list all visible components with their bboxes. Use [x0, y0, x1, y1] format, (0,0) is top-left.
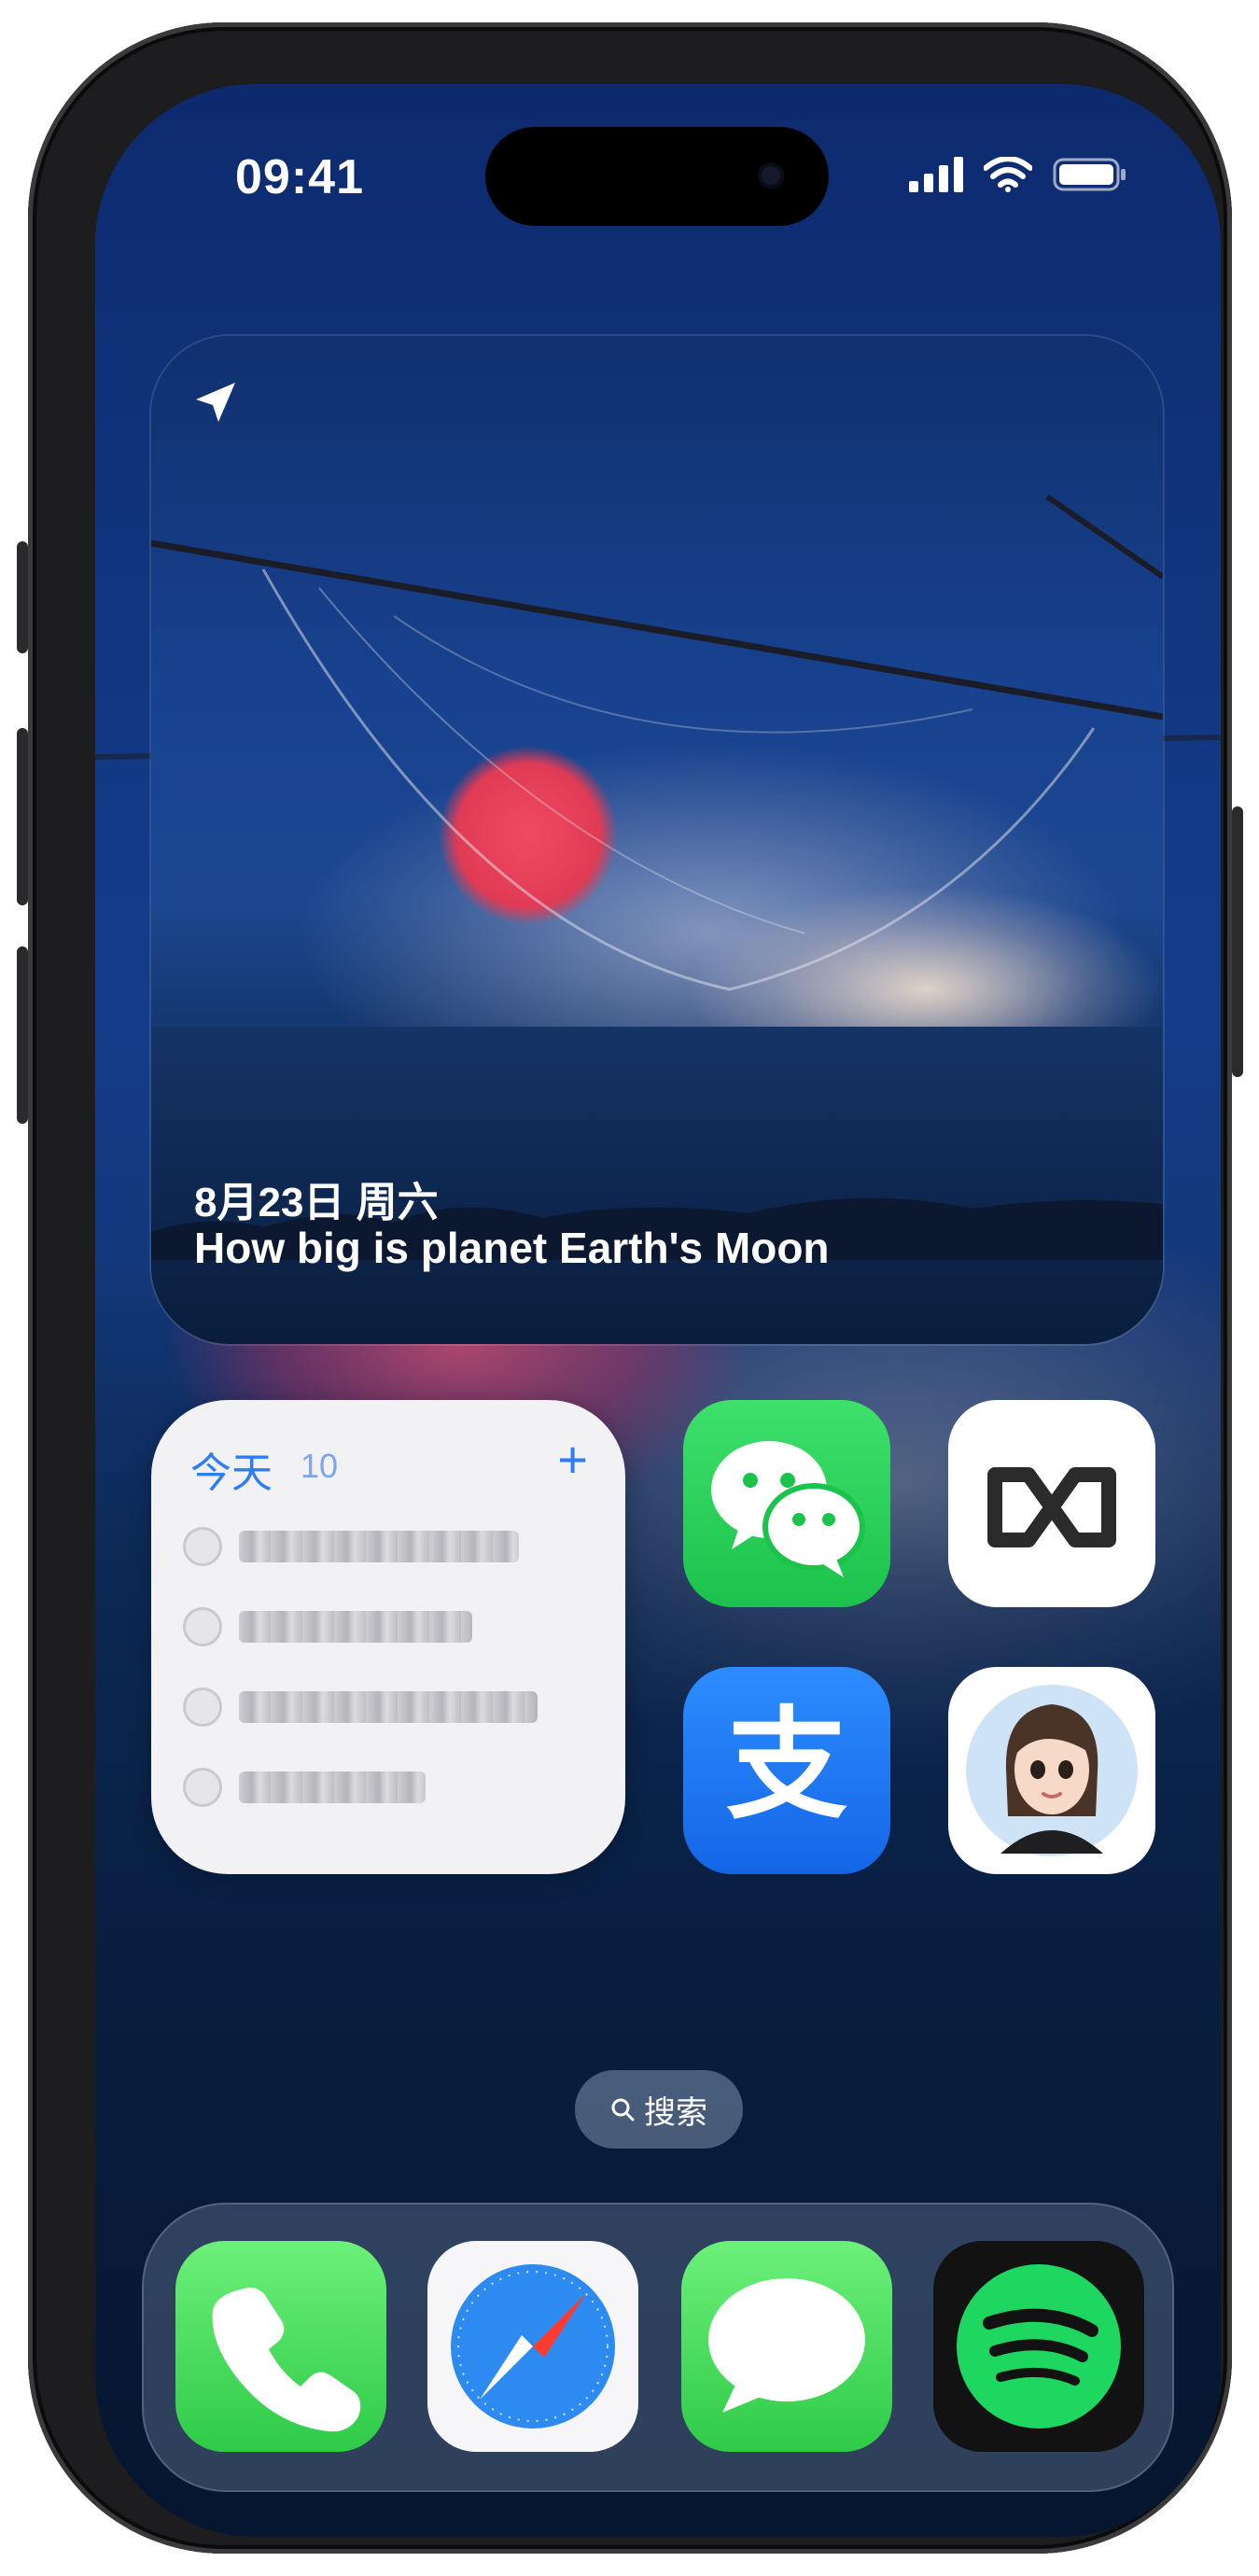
- volume-down-button: [17, 946, 28, 1124]
- speech-bubble-icon: [708, 2278, 865, 2413]
- reminders-title: 今天: [190, 1450, 273, 1496]
- app-avatar[interactable]: [948, 1667, 1155, 1874]
- home-screen: 09:41 8月23日 周六 How big is planet Earth's…: [95, 84, 1221, 2537]
- app-wechat[interactable]: [683, 1400, 890, 1607]
- dock-app-spotify[interactable]: [933, 2241, 1144, 2452]
- blurred-text: [239, 1611, 472, 1643]
- action-button: [17, 541, 28, 653]
- status-indicators: [909, 157, 1127, 192]
- checkbox-icon[interactable]: [183, 1768, 222, 1807]
- checkbox-icon[interactable]: [183, 1687, 222, 1727]
- app-gamma[interactable]: [948, 1400, 1155, 1607]
- spotlight-search-button[interactable]: 搜索: [575, 2070, 743, 2149]
- location-arrow-icon: [196, 383, 235, 422]
- search-label: 搜索: [644, 2094, 707, 2131]
- alipay-icon: 支: [726, 1694, 847, 1836]
- signal-icon: [909, 157, 963, 192]
- dock-app-messages[interactable]: [681, 2241, 892, 2452]
- power-button: [1232, 806, 1243, 1077]
- checkbox-icon[interactable]: [183, 1607, 222, 1646]
- dynamic-island: [485, 127, 829, 226]
- blurred-text: [239, 1531, 519, 1562]
- checkbox-icon[interactable]: [183, 1527, 222, 1566]
- wechat-icon: [711, 1441, 865, 1577]
- list-item[interactable]: [183, 1684, 538, 1730]
- front-camera-icon: [758, 162, 784, 189]
- phone-icon: [212, 2288, 361, 2432]
- add-reminder-button[interactable]: +: [557, 1434, 588, 1486]
- blurred-text: [239, 1771, 426, 1803]
- photo-widget-title: How big is planet Earth's Moon: [194, 1224, 830, 1272]
- list-item[interactable]: [183, 1523, 519, 1570]
- dock-app-safari[interactable]: [427, 2241, 638, 2452]
- list-item[interactable]: [183, 1764, 426, 1811]
- alipay-glyph: 支: [726, 1694, 847, 1836]
- compass-icon: [451, 2264, 615, 2429]
- volume-up-button: [17, 728, 28, 905]
- wifi-icon: [984, 157, 1032, 192]
- magnifier-icon: [611, 2098, 635, 2121]
- reminders-widget[interactable]: 今天 10 +: [151, 1400, 625, 1874]
- photo-widget-date: 8月23日 周六: [194, 1180, 439, 1225]
- status-time: 09:41: [235, 150, 364, 204]
- reminders-count: 10: [301, 1447, 339, 1485]
- battery-icon: [1053, 158, 1126, 191]
- list-item[interactable]: [183, 1603, 472, 1650]
- avatar-icon: [966, 1685, 1138, 1856]
- phone-frame: 09:41 8月23日 周六 How big is planet Earth's…: [17, 22, 1243, 2554]
- gamma-logo-icon: [987, 1467, 1116, 1547]
- photo-widget[interactable]: 8月23日 周六 How big is planet Earth's Moon: [151, 336, 1163, 1344]
- spotify-icon: [957, 2264, 1121, 2429]
- blurred-text: [239, 1691, 538, 1723]
- dock-app-phone[interactable]: [175, 2241, 386, 2452]
- app-alipay[interactable]: 支: [683, 1667, 890, 1874]
